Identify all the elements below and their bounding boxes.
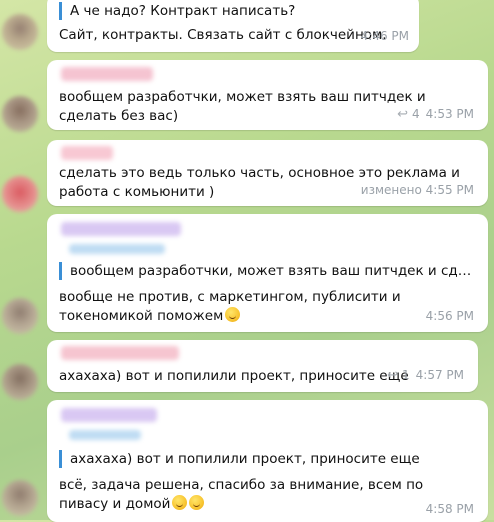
avatar[interactable] [2, 14, 38, 50]
avatar[interactable] [2, 176, 38, 212]
message-bubble[interactable]: ахахаха) вот и попилили проект, приносит… [47, 400, 488, 522]
time-label: 4:57 PM [415, 368, 464, 382]
reply-quote[interactable]: ахахаха) вот и попилили проект, приносит… [59, 450, 476, 468]
message-bubble[interactable]: вообщем разработчки, может взять ваш пит… [47, 60, 488, 130]
reply-count[interactable]: 1 [402, 368, 410, 382]
message-meta: ↩ 4 4:53 PM [397, 105, 474, 124]
message-bubble[interactable]: ахахаха) вот и попилили проект, приносит… [47, 340, 478, 392]
sender-name[interactable] [61, 346, 179, 360]
message-time: 4:58 PM [426, 500, 474, 519]
message-bubble[interactable]: вообщем разработчки, может взять ваш пит… [47, 214, 488, 332]
avatar[interactable] [2, 298, 38, 334]
reply-arrow-icon[interactable]: ↩ [397, 105, 408, 124]
time-label: 4:58 PM [425, 502, 474, 516]
avatar[interactable] [2, 480, 38, 516]
sender-name[interactable] [61, 222, 181, 236]
message-time: изменено 4:55 PM [361, 181, 474, 200]
message-text: вообще не против, с маркетингом, публиси… [59, 288, 468, 326]
avatar[interactable] [2, 364, 38, 400]
message-meta: ↩ 1 4:57 PM [387, 366, 464, 385]
message-bubble[interactable]: А че надо? Контракт написать? Сайт, конт… [47, 0, 419, 52]
reply-arrow-icon[interactable]: ↩ [387, 366, 398, 385]
reply-count[interactable]: 4 [412, 107, 420, 121]
reply-quote[interactable]: вообщем разработчки, может взять ваш пит… [59, 262, 476, 280]
avatar[interactable] [2, 96, 38, 132]
message-text: всё, задача решена, спасибо за внимание,… [59, 476, 458, 514]
message-text: ахахаха) вот и попилили проект, приносит… [59, 368, 409, 384]
message-text-content: всё, задача решена, спасибо за внимание,… [59, 477, 424, 512]
grinning-sweat-emoji-icon [225, 307, 241, 322]
grinning-sweat-emoji-icon [189, 495, 205, 510]
time-label: 4:56 PM [425, 309, 474, 323]
time-label: 4:53 PM [425, 107, 474, 121]
time-label: изменено 4:55 PM [360, 183, 474, 197]
quote-author [69, 430, 141, 440]
sender-name[interactable] [61, 67, 153, 81]
message-text: Сайт, контракты. Связать сайт с блокчейн… [59, 27, 387, 43]
scroll-indicator [228, 511, 266, 520]
grinning-sweat-emoji-icon [172, 495, 188, 510]
sender-name[interactable] [61, 146, 113, 160]
message-time: 4:56 PM [426, 307, 474, 326]
reply-quote[interactable]: А че надо? Контракт написать? [59, 2, 407, 20]
message-bubble[interactable]: сделать это ведь только часть, основное … [47, 140, 488, 206]
message-time: 4:46 PM [361, 27, 409, 46]
time-label: 4:46 PM [360, 29, 409, 43]
quote-author [69, 244, 165, 254]
chat-area: А че надо? Контракт написать? Сайт, конт… [0, 0, 494, 522]
sender-name[interactable] [61, 408, 157, 422]
